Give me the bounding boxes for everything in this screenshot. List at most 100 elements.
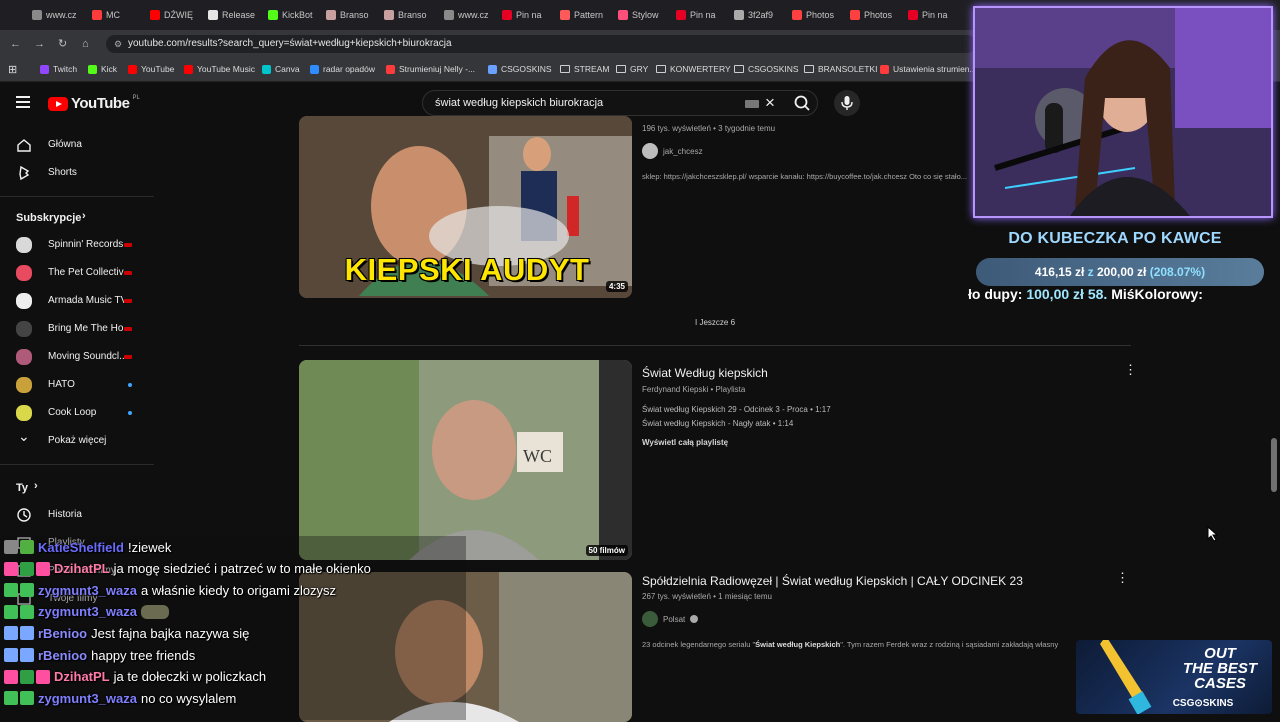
ad-line: THE BEST [1182, 660, 1258, 677]
browser-tab[interactable]: KickBot [268, 6, 313, 24]
browser-tab[interactable]: Pattern [560, 6, 603, 24]
bookmark-item[interactable]: YouTube Music [184, 64, 255, 74]
sidebar-subscription[interactable]: The Pet Collective [0, 260, 154, 286]
reload-icon[interactable]: ↻ [58, 38, 67, 50]
playlist-thumbnail-art: WC [299, 360, 632, 560]
subscriptions-heading[interactable]: Subskrypcje [16, 212, 81, 224]
youtube-logo[interactable]: YouTube PL [48, 95, 140, 112]
bookmark-item[interactable]: CSGOSKINS [734, 64, 799, 74]
apps-grid-icon[interactable]: ⊞ [8, 63, 17, 76]
tab-favicon-icon [384, 10, 394, 20]
emote-icon [140, 604, 169, 619]
bookmark-item[interactable]: CSGOSKINS [488, 64, 552, 74]
ticker-donor: MiśKolorowy: [1111, 286, 1203, 302]
sidebar-subscription[interactable]: Cook Loop [0, 400, 154, 426]
browser-tab[interactable]: www.cz [444, 6, 489, 24]
site-info-icon[interactable]: ⚙ [114, 35, 122, 53]
voice-search-button[interactable] [834, 90, 860, 116]
browser-tab[interactable]: Photos [850, 6, 892, 24]
chevron-right-icon[interactable]: › [82, 210, 86, 222]
bookmark-item[interactable]: Strumieniuj Nelly -... [386, 64, 475, 74]
sidebar-subscription[interactable]: Spinnin' Records [0, 232, 154, 258]
browser-tab[interactable]: www.cz [32, 6, 77, 24]
chat-username: zygmunt3_waza [38, 582, 137, 598]
chat-badge-icon [4, 648, 18, 662]
bookmark-item[interactable]: Canva [262, 64, 300, 74]
back-icon[interactable]: ← [10, 38, 21, 50]
more-options-icon[interactable]: ⋮ [1116, 571, 1129, 584]
sidebar-subscription[interactable]: Armada Music TV [0, 288, 154, 314]
bookmark-item[interactable]: YouTube [128, 64, 174, 74]
chat-text: ja mogę siedzieć i patrzeć w to małe oki… [113, 561, 371, 577]
tab-favicon-icon [150, 10, 160, 20]
browser-tab[interactable]: Photos [792, 6, 834, 24]
chat-badge-icon [4, 583, 18, 598]
channel-link[interactable]: jak_chcesz [642, 143, 703, 159]
bookmark-item[interactable]: Ustawienia strumien... [880, 64, 977, 74]
tab-label: MC [106, 10, 120, 20]
browser-tab[interactable]: Pin na [908, 6, 948, 24]
bookmark-favicon-icon [880, 64, 889, 74]
goal-separator: z [1087, 265, 1094, 279]
tab-label: Photos [864, 10, 893, 20]
sidebar-item-home[interactable]: Główna [0, 132, 154, 158]
video-title[interactable]: Spółdzielnia Radiowęzeł | Świat według K… [642, 574, 1023, 588]
bookmark-item[interactable]: STREAM [560, 64, 609, 74]
folder-icon [656, 65, 666, 73]
sidebar-item-you[interactable]: Historia [0, 502, 154, 528]
clear-search-icon[interactable]: × [765, 93, 775, 113]
tab-favicon-icon [850, 10, 860, 20]
more-results-label[interactable]: I Jeszcze 6 [695, 318, 735, 327]
playlist-item[interactable]: Świat według Kiepskich - Nagły atak • 1:… [642, 419, 793, 428]
browser-tab[interactable]: Pin na [676, 6, 716, 24]
scrollbar-thumb[interactable] [1271, 438, 1277, 492]
tab-label: KickBot [282, 10, 313, 20]
bookmark-item[interactable]: KONWERTERY [656, 64, 731, 74]
show-more-button[interactable]: ⌄ Pokaż więcej [0, 428, 154, 454]
keyboard-icon[interactable] [745, 100, 759, 108]
search-input[interactable]: świat według kiepskich biurokracja × [422, 90, 818, 116]
new-content-icon [128, 383, 132, 387]
browser-tab[interactable]: Stylow [618, 6, 659, 24]
browser-tab[interactable]: Branso [384, 6, 427, 24]
bookmark-item[interactable]: GRY [616, 64, 648, 74]
goal-current: 416,15 zł [1034, 265, 1085, 279]
bookmark-item[interactable]: radar opadów [310, 64, 375, 74]
forward-icon[interactable]: → [34, 38, 45, 50]
home-browser-icon[interactable]: ⌂ [82, 38, 89, 50]
bookmark-item[interactable]: BRANSOLETKI [804, 64, 878, 74]
tab-label: www.cz [458, 10, 489, 20]
chevron-right-icon[interactable]: › [34, 480, 38, 492]
view-full-playlist-link[interactable]: Wyświetl całą playlistę [642, 438, 728, 447]
sidebar-subscription[interactable]: HATO [0, 372, 154, 398]
browser-tab[interactable]: DŹWIĘ [150, 6, 193, 24]
you-heading[interactable]: Ty [16, 482, 28, 494]
bookmark-item[interactable]: Kick [88, 64, 117, 74]
chat-text: !ziewek [127, 539, 172, 555]
browser-tab[interactable]: MC [92, 6, 120, 24]
sidebar-subscription[interactable]: Moving Soundcl... [0, 344, 154, 370]
browser-tab[interactable]: Pin na [502, 6, 542, 24]
browser-tab[interactable]: Branso [326, 6, 369, 24]
sidebar-item-shorts[interactable]: Shorts [0, 160, 154, 186]
sidebar-subscription[interactable]: Bring Me The Ho... [0, 316, 154, 342]
video-thumbnail[interactable]: KIEPSKI AUDYT 4:35 [299, 116, 632, 298]
microphone-icon [841, 96, 853, 110]
bookmark-label: BRANSOLETKI [818, 64, 878, 74]
desc-highlight: Świat według Kiepskich [755, 640, 841, 649]
chat-text: no co wysylalem [140, 690, 237, 706]
playlist-item[interactable]: Świat według Kiepskich 29 - Odcinek 3 - … [642, 405, 831, 414]
url-bar[interactable]: ⚙ youtube.com/results?search_query=świat… [106, 35, 976, 53]
search-button[interactable] [784, 90, 822, 116]
chat-badge-icon [20, 583, 34, 598]
bookmark-item[interactable]: Twitch [40, 64, 77, 74]
more-options-icon[interactable]: ⋮ [1124, 363, 1137, 376]
chat-message: zygmunt3_waza [4, 602, 169, 622]
playlist-title[interactable]: Świat Według kiepskich [642, 366, 768, 380]
playlist-thumbnail[interactable]: WC 50 filmów [299, 360, 632, 560]
browser-tab[interactable]: Release [208, 6, 255, 24]
channel-link[interactable]: Polsat [642, 611, 699, 627]
browser-tab[interactable]: 3f2af9 [734, 6, 773, 24]
stream-chat-overlay: KatieShelfield !ziewek DzihatPL ja mogę sie… [0, 536, 470, 720]
menu-icon[interactable] [16, 96, 30, 108]
